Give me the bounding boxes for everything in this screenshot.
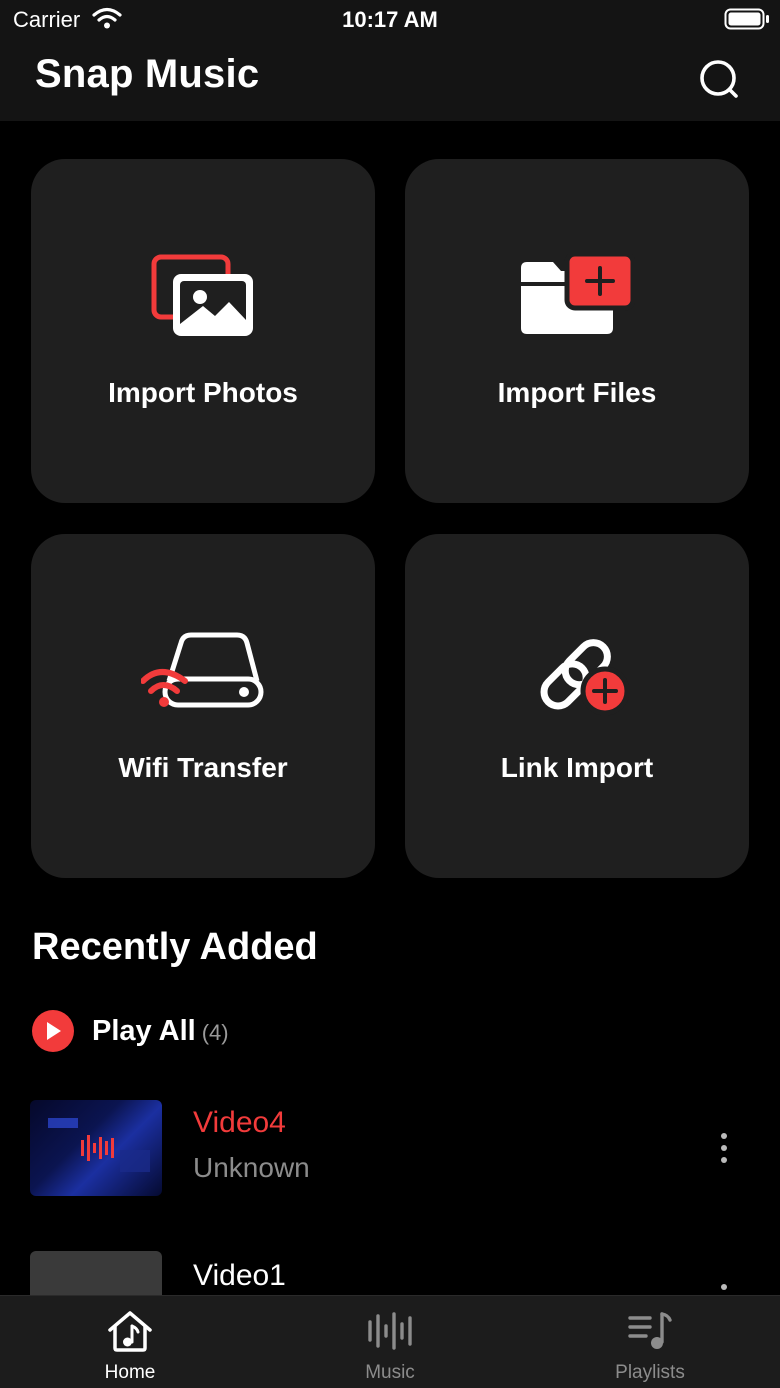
clock: 10:17 AM [342,7,438,32]
tab-playlists[interactable]: Playlists [560,1296,740,1388]
waveform-icon [300,1310,480,1352]
status-bar: Carrier 10:17 AM [0,0,780,40]
tab-bar: Home Music Playlists [0,1295,780,1388]
song-title: Video1 [193,1259,286,1292]
wifi-transfer-icon [31,629,375,719]
tab-music[interactable]: Music [300,1296,480,1388]
playlist-icon [560,1310,740,1352]
link-import-label: Link Import [500,752,654,783]
search-button[interactable] [694,54,744,104]
song-artist: Unknown [193,1152,310,1183]
import-photos-label: Import Photos [108,377,298,408]
app-header: Snap Music [0,40,780,121]
link-add-icon [405,629,749,719]
more-vertical-icon [721,1133,727,1163]
list-item[interactable]: Video1 [0,1251,780,1295]
folder-add-icon [405,254,749,344]
play-all-label: Play All [92,1014,196,1047]
video-thumbnail [30,1251,162,1295]
play-icon [32,1010,74,1052]
search-icon [700,60,738,98]
tab-home-label: Home [104,1362,156,1383]
song-title: Video4 [193,1106,286,1139]
video-thumbnail [30,1100,162,1196]
link-import-card[interactable]: Link Import [405,534,749,878]
play-all-count: (4) [201,1020,229,1045]
import-files-label: Import Files [497,377,657,408]
more-options-button[interactable] [714,1130,734,1170]
import-photos-card[interactable]: Import Photos [31,159,375,503]
wifi-transfer-label: Wifi Transfer [118,752,288,783]
tab-home[interactable]: Home [40,1296,220,1388]
photos-icon [31,254,375,344]
tab-music-label: Music [365,1362,415,1383]
more-vertical-icon [721,1284,727,1290]
now-playing-icon [48,1118,150,1172]
app-title: Snap Music [35,52,260,96]
battery-icon [724,8,770,35]
more-options-button[interactable] [714,1281,734,1295]
play-all-button[interactable]: Play All (4) [32,1010,229,1052]
tab-playlists-label: Playlists [615,1362,685,1383]
list-item[interactable]: Video4 Unknown [0,1100,780,1200]
section-title-recently-added: Recently Added [32,926,318,968]
wifi-transfer-card[interactable]: Wifi Transfer [31,534,375,878]
import-files-card[interactable]: Import Files [405,159,749,503]
home-music-icon [40,1310,220,1352]
